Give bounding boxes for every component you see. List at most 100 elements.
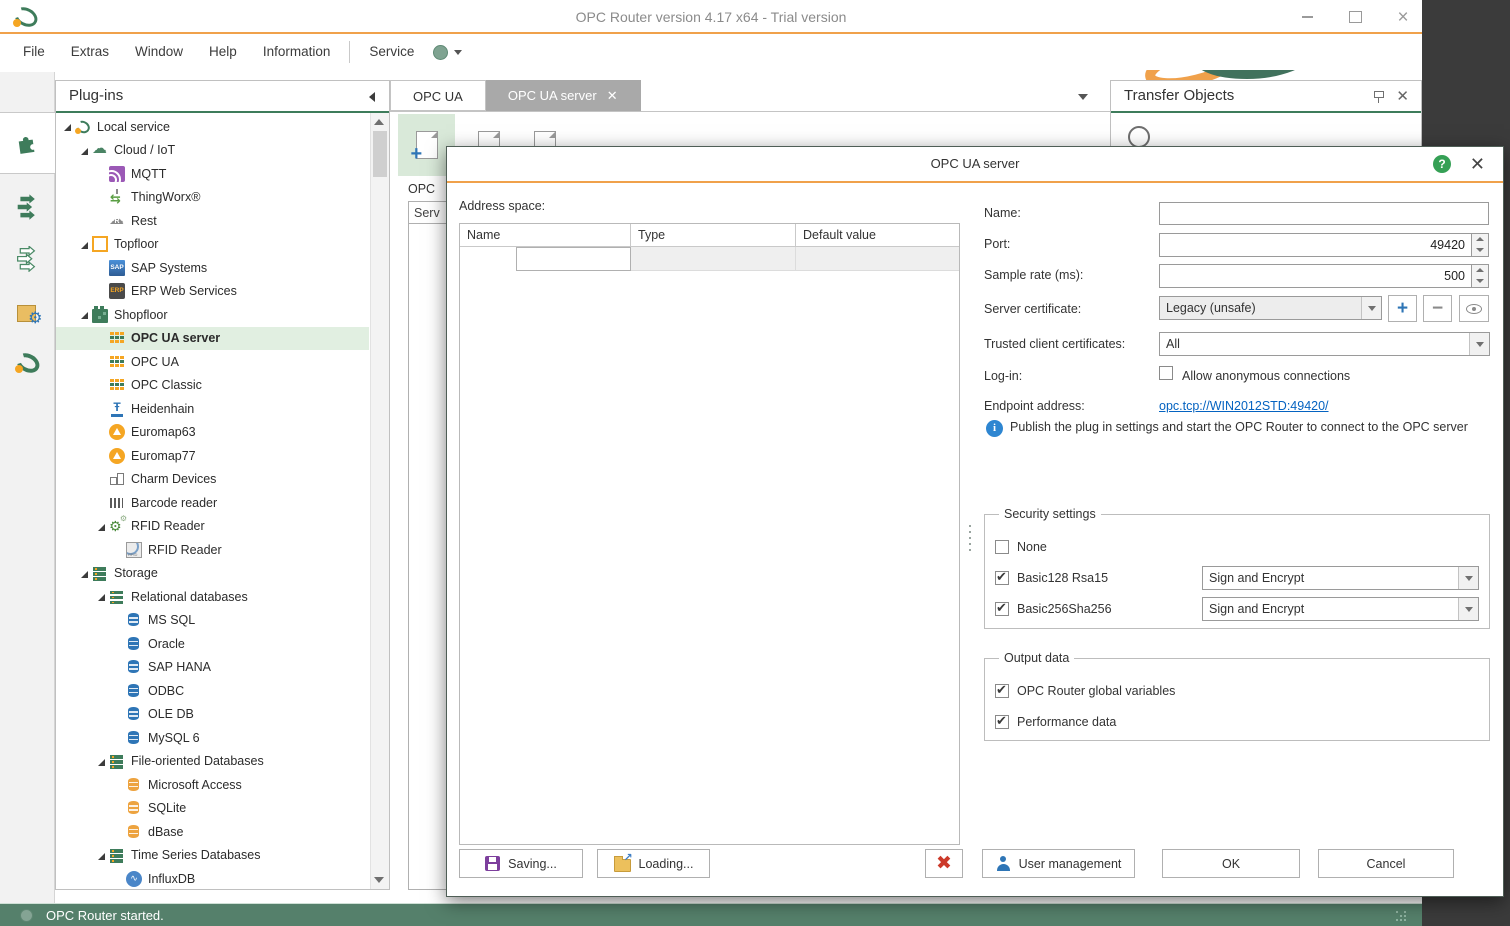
collapse-panel-icon[interactable] <box>369 92 375 102</box>
pin-icon[interactable] <box>1373 90 1384 104</box>
resize-grip-icon[interactable] <box>1396 911 1408 923</box>
spin-down-icon[interactable] <box>1472 276 1488 287</box>
type-cell[interactable] <box>631 247 796 271</box>
tree-item-dbase[interactable]: dBase <box>56 820 369 844</box>
chevron-down-icon[interactable] <box>1458 598 1478 620</box>
chevron-down-icon[interactable] <box>1458 567 1478 589</box>
splitter-handle[interactable] <box>968 525 972 561</box>
endpoint-address-link[interactable]: opc.tcp://WIN2012STD:49420/ <box>1159 399 1329 413</box>
basic256-checkbox[interactable] <box>995 602 1009 616</box>
service-status-icon[interactable] <box>433 45 448 60</box>
tree-item-rest[interactable]: Rest <box>56 209 369 233</box>
tree-item-erp-web-services[interactable]: ERP Web Services <box>56 280 369 304</box>
expander-icon[interactable] <box>61 115 75 138</box>
view-certificate-button[interactable] <box>1459 295 1489 322</box>
sample-rate-spinner[interactable] <box>1471 264 1489 288</box>
tree-item-time-series-databases[interactable]: Time Series Databases <box>56 844 369 868</box>
expander-icon[interactable] <box>78 303 92 326</box>
default-value-cell[interactable] <box>796 247 959 271</box>
add-certificate-button[interactable]: + <box>1388 295 1417 322</box>
close-panel-icon[interactable]: ✕ <box>1396 89 1409 104</box>
menu-window[interactable]: Window <box>122 34 196 70</box>
plugins-toolbar-button[interactable] <box>0 112 55 174</box>
port-spinner[interactable] <box>1471 233 1489 257</box>
tree-item-ole-db[interactable]: OLE DB <box>56 703 369 727</box>
basic256-mode-select[interactable]: Sign and Encrypt <box>1202 597 1479 621</box>
user-management-button[interactable]: User management <box>982 849 1135 878</box>
menu-file[interactable]: File <box>10 34 58 70</box>
maximize-icon[interactable] <box>1344 6 1366 28</box>
chevron-down-icon[interactable] <box>1361 297 1381 319</box>
tab-close-icon[interactable]: ✕ <box>607 89 618 102</box>
port-input[interactable] <box>1159 233 1471 257</box>
scroll-up-icon[interactable] <box>374 119 384 125</box>
template-connections-toolbar-button[interactable] <box>0 232 55 286</box>
tree-scrollbar[interactable] <box>370 113 389 889</box>
tree-item-relational-databases[interactable]: Relational databases <box>56 585 369 609</box>
expander-icon[interactable] <box>95 515 109 538</box>
tree-item-cloud-iot[interactable]: Cloud / IoT <box>56 139 369 163</box>
basic128-checkbox[interactable] <box>995 571 1009 585</box>
menu-help[interactable]: Help <box>196 34 250 70</box>
tree-item-euromap63[interactable]: Euromap63 <box>56 421 369 445</box>
tree-item-microsoft-access[interactable]: Microsoft Access <box>56 773 369 797</box>
scrollbar-thumb[interactable] <box>373 131 387 177</box>
loading-button[interactable]: Loading... <box>597 849 710 878</box>
opc-router-toolbar-button[interactable] <box>0 336 55 390</box>
expander-icon[interactable] <box>95 844 109 867</box>
tree-item-rfid-reader[interactable]: RFID Reader <box>56 515 369 539</box>
tree-item-heidenhain[interactable]: Heidenhain <box>56 397 369 421</box>
tree-item-sap-systems[interactable]: SAP Systems <box>56 256 369 280</box>
tree-item-oracle[interactable]: Oracle <box>56 632 369 656</box>
tree-item-opc-ua-server[interactable]: OPC UA server <box>56 327 369 351</box>
performance-data-label[interactable]: Performance data <box>1017 715 1116 729</box>
global-variables-label[interactable]: OPC Router global variables <box>1017 684 1175 698</box>
column-header-type[interactable]: Type <box>631 224 796 246</box>
tree-item-mysql-6[interactable]: MySQL 6 <box>56 726 369 750</box>
allow-anonymous-label[interactable]: Allow anonymous connections <box>1182 369 1350 383</box>
connections-toolbar-button[interactable] <box>0 180 55 234</box>
store-toolbar-button[interactable]: ⚙ <box>0 284 55 338</box>
tree-item-rfid-reader[interactable]: RFID Reader <box>56 538 369 562</box>
delete-button[interactable]: ✖ <box>925 849 963 878</box>
remove-certificate-button[interactable]: − <box>1423 295 1452 322</box>
performance-data-checkbox[interactable] <box>995 715 1009 729</box>
tab-opc-ua[interactable]: OPC UA <box>390 80 486 111</box>
menu-service[interactable]: Service <box>356 34 427 70</box>
tree-item-opc-ua[interactable]: OPC UA <box>56 350 369 374</box>
basic256-label[interactable]: Basic256Sha256 <box>1017 602 1112 616</box>
basic128-label[interactable]: Basic128 Rsa15 <box>1017 571 1108 585</box>
column-header-name[interactable]: Name <box>460 224 631 246</box>
chevron-down-icon[interactable] <box>1469 333 1489 355</box>
none-checkbox[interactable] <box>995 540 1009 554</box>
tree-item-sqlite[interactable]: SQLite <box>56 797 369 821</box>
column-header-default-value[interactable]: Default value <box>796 224 959 246</box>
trusted-client-certificates-select[interactable]: All <box>1159 332 1490 356</box>
menu-information[interactable]: Information <box>250 34 344 70</box>
tree-item-thingworx[interactable]: ThingWorx® <box>56 186 369 210</box>
ok-button[interactable]: OK <box>1162 849 1300 878</box>
tree-item-barcode-reader[interactable]: Barcode reader <box>56 491 369 515</box>
tree-item-file-oriented-databases[interactable]: File-oriented Databases <box>56 750 369 774</box>
tree-item-mqtt[interactable]: MQTT <box>56 162 369 186</box>
tree-item-opc-classic[interactable]: OPC Classic <box>56 374 369 398</box>
tree-item-local-service[interactable]: Local service <box>56 115 369 139</box>
tree-item-shopfloor[interactable]: Shopfloor <box>56 303 369 327</box>
none-label[interactable]: None <box>1017 540 1047 554</box>
tree-item-odbc[interactable]: ODBC <box>56 679 369 703</box>
tree-item-sap-hana[interactable]: SAP HANA <box>56 656 369 680</box>
spin-up-icon[interactable] <box>1472 234 1488 245</box>
cancel-button[interactable]: Cancel <box>1318 849 1454 878</box>
saving-button[interactable]: Saving... <box>459 849 583 878</box>
tab-opc-ua-server[interactable]: OPC UA server ✕ <box>486 80 641 111</box>
expander-icon[interactable] <box>78 233 92 256</box>
sample-rate-input[interactable] <box>1159 264 1471 288</box>
spin-down-icon[interactable] <box>1472 245 1488 256</box>
tree-item-ms-sql[interactable]: MS SQL <box>56 609 369 633</box>
allow-anonymous-checkbox[interactable] <box>1159 366 1173 380</box>
name-edit-cell[interactable] <box>516 247 631 271</box>
expander-icon[interactable] <box>95 585 109 608</box>
tab-list-caret-icon[interactable] <box>1078 94 1088 100</box>
menu-extras[interactable]: Extras <box>58 34 122 70</box>
close-icon[interactable]: × <box>1392 6 1414 28</box>
